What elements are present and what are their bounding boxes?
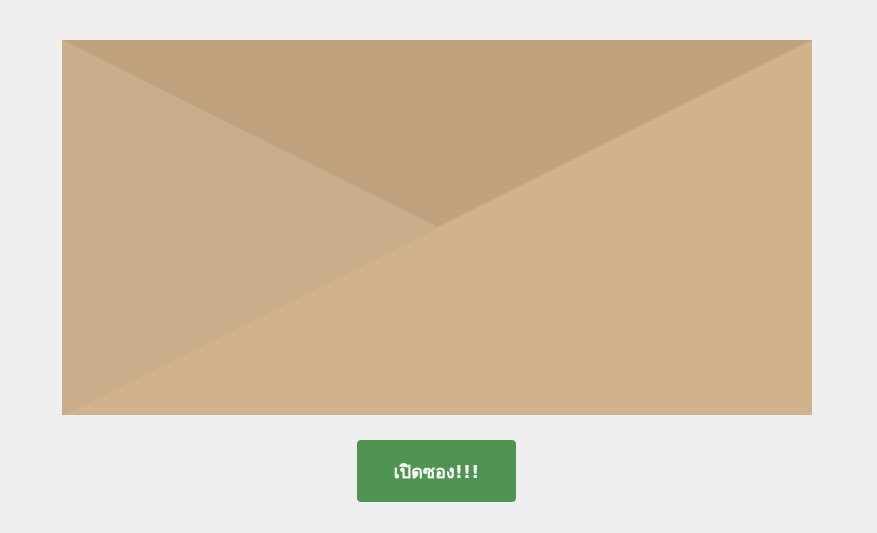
open-envelope-button[interactable]: เปิดซอง!!! bbox=[357, 440, 516, 502]
page: เปิดซอง!!! bbox=[0, 0, 877, 533]
envelope[interactable] bbox=[62, 40, 812, 415]
envelope-graphic bbox=[62, 40, 812, 415]
